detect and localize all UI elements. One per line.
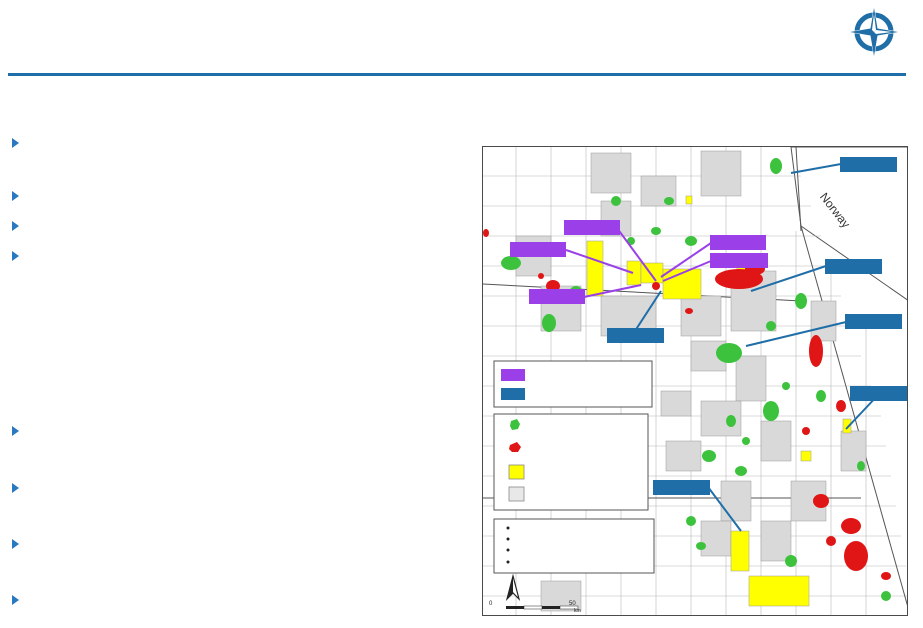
bullet-8 [12,595,19,605]
purple-callout-3 [529,289,585,304]
blue-callout-5 [653,480,710,495]
legend-notes [493,518,655,574]
blue-callout-6 [607,328,664,343]
purple-callout-2 [510,242,566,257]
compass-star-icon [848,6,900,58]
svg-text:0: 0 [489,601,493,607]
bullet-5 [12,426,19,436]
header-rule [8,73,906,76]
blue-callout-1 [840,157,897,172]
purple-callout-1 [564,220,620,235]
purple-callout-4 [710,235,766,250]
blue-callout-2 [825,259,882,274]
svg-text:50: 50 [569,601,576,607]
svg-text:km: km [574,608,581,614]
purple-callout-5 [710,253,768,268]
bullet-1 [12,138,19,148]
legend-callouts [493,360,653,408]
blue-callout-4 [850,386,907,401]
legend-grey-swatch [508,486,525,502]
bullet-7 [12,539,19,549]
legend-fields [493,413,649,511]
bullet-3 [12,221,19,231]
legend-purple-swatch [501,369,525,381]
legend-yellow-swatch [508,464,525,480]
bullet-2 [12,191,19,201]
legend-blue-swatch [501,388,525,400]
bullet-4 [12,251,19,261]
blue-callout-3 [845,314,902,329]
north-arrow-icon [505,573,521,601]
bullet-6 [12,483,19,493]
